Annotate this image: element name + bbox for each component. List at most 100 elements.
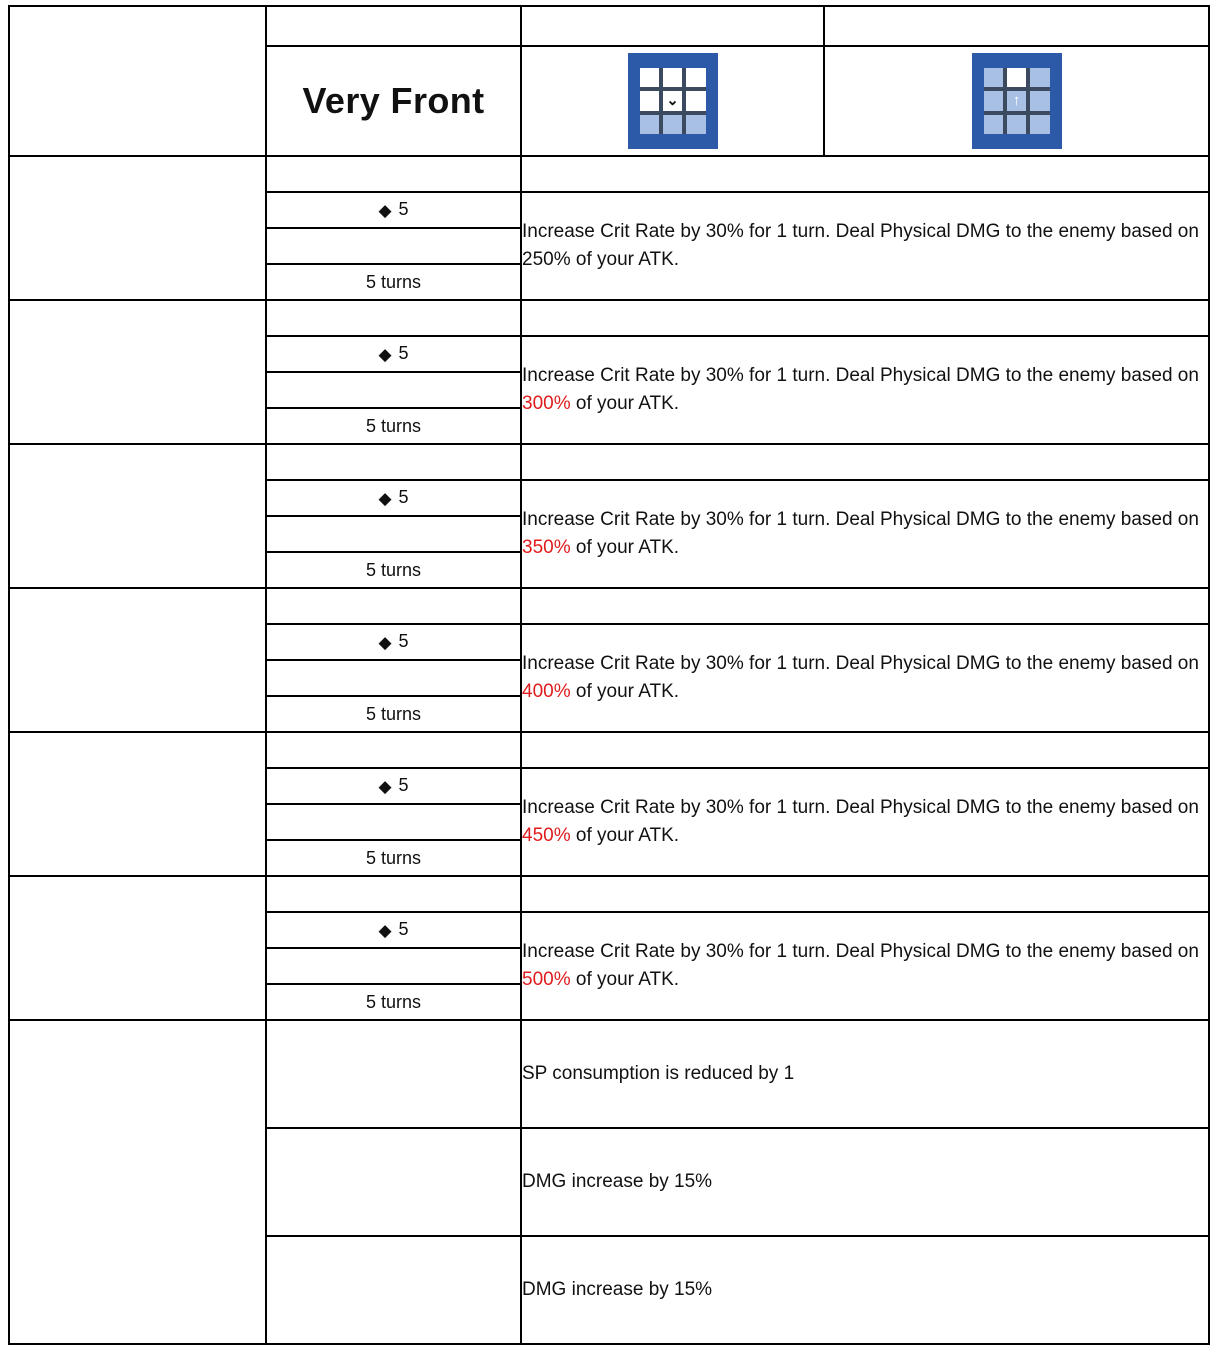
knockback-icon-cell: ↑ bbox=[823, 45, 1210, 157]
column-header-range: Range bbox=[520, 5, 825, 47]
sp-value-4: ◆ 5 bbox=[265, 767, 522, 805]
range-icon-cell: ⌄ bbox=[520, 45, 825, 157]
sp-value-3: ◆ 5 bbox=[265, 623, 522, 661]
upgrade-label-3: +3 Upgrade bbox=[8, 587, 267, 733]
range-grid-cell-6 bbox=[639, 114, 659, 134]
potential-level-2: 3 bbox=[265, 1235, 522, 1345]
cooldown-value-5: 5 turns bbox=[265, 983, 522, 1021]
upgrade-label-2: +2 Upgrade bbox=[8, 443, 267, 589]
sp-header-4: SP bbox=[265, 731, 522, 769]
range-grid-wrapper: ⌄ bbox=[522, 53, 823, 149]
sp-header-1: SP bbox=[265, 299, 522, 337]
upgrade-label-1: +1 Upgrade bbox=[8, 299, 267, 445]
upgrade-row: +5 Upgrade SP Skill Effect bbox=[8, 875, 1210, 1021]
sp-value-2: ◆ 5 bbox=[265, 479, 522, 517]
character-name-cell: Stray Cat Rou bbox=[8, 5, 267, 157]
potential-row: Skill Potential 1 SP consumption is reduce… bbox=[8, 1019, 1210, 1345]
range-grid: ⌄ bbox=[627, 53, 718, 149]
sp-diamond-icon: ◆ bbox=[378, 489, 394, 508]
range-grid-cell-7 bbox=[662, 114, 683, 134]
range-grid-chevron-down-icon: ⌄ bbox=[662, 91, 683, 111]
sp-diamond-icon: ◆ bbox=[378, 633, 394, 652]
skill-effect-text-1: Increase Crit Rate by 30% for 1 turn. De… bbox=[520, 335, 1210, 445]
knockback-grid-cell-8 bbox=[1030, 114, 1050, 134]
skill-effect-text-3: Increase Crit Rate by 30% for 1 turn. De… bbox=[520, 623, 1210, 733]
knockback-grid-wrapper: ↑ bbox=[825, 53, 1208, 149]
skill-effect-pct-1: 300% bbox=[522, 393, 571, 414]
skill-upgrade-table: Stray Cat Rou Target Range Knockback Very Fr… bbox=[8, 5, 1210, 1021]
sp-value-5: ◆ 5 bbox=[265, 911, 522, 949]
sp-value-1: ◆ 5 bbox=[265, 335, 522, 373]
potential-text-1: DMG increase by 15% bbox=[520, 1127, 1210, 1237]
skill-effect-pct-0: 250% bbox=[522, 249, 571, 270]
skill-potential-title: Skill Potential bbox=[8, 1019, 267, 1345]
cooldown-value-2: 5 turns bbox=[265, 551, 522, 589]
upgrade-row: +4 Upgrade SP Skill Effect bbox=[8, 731, 1210, 877]
skill-effect-header-4: Skill Effect bbox=[520, 731, 1210, 769]
skill-effect-header-1: Skill Effect bbox=[520, 299, 1210, 337]
upgrade-row: +2 Upgrade SP Skill Effect bbox=[8, 443, 1210, 589]
cooldown-value-0: 5 turns bbox=[265, 263, 522, 301]
cooldown-header-3: Cooldown bbox=[265, 659, 522, 697]
potential-level-0: 1 bbox=[265, 1019, 522, 1129]
skill-effect-pct-2: 350% bbox=[522, 537, 571, 558]
range-grid-cell-3 bbox=[639, 91, 659, 111]
upgrade-row: +0 Upgrade SP bbox=[8, 155, 1210, 301]
skill-effect-text-5: Increase Crit Rate by 30% for 1 turn. De… bbox=[520, 911, 1210, 1021]
skill-table-header-row: Stray Cat Rou Target Range Knockback bbox=[8, 5, 1210, 157]
skill-potential-title-text: Skill Potential bbox=[75, 1171, 200, 1192]
sp-header-2: SP bbox=[265, 443, 522, 481]
sp-diamond-icon: ◆ bbox=[378, 921, 394, 940]
character-name: Stray Cat Rou bbox=[10, 66, 180, 95]
range-grid-cell-2 bbox=[686, 68, 706, 88]
cooldown-value-3: 5 turns bbox=[265, 695, 522, 733]
upgrade-label-text: +2 Upgrade bbox=[85, 505, 190, 526]
knockback-grid-cell-2 bbox=[1030, 68, 1050, 88]
range-grid-cell-0 bbox=[639, 68, 659, 88]
knockback-grid: ↑ bbox=[971, 53, 1062, 149]
range-grid-cell-1 bbox=[662, 68, 683, 88]
knockback-grid-cell-3 bbox=[983, 91, 1003, 111]
potential-level-1: 2 bbox=[265, 1127, 522, 1237]
sp-header-3: SP bbox=[265, 587, 522, 625]
column-header-knockback: Knockback bbox=[823, 5, 1210, 47]
cooldown-value-4: 5 turns bbox=[265, 839, 522, 877]
cooldown-header-5: Cooldown bbox=[265, 947, 522, 985]
range-grid-cell-5 bbox=[686, 91, 706, 111]
skill-effect-text-2: Increase Crit Rate by 30% for 1 turn. De… bbox=[520, 479, 1210, 589]
sp-header-5: SP bbox=[265, 875, 522, 913]
sp-diamond-icon: ◆ bbox=[378, 777, 394, 796]
sp-diamond-icon: ◆ bbox=[378, 345, 394, 364]
upgrade-label-5: +5 Upgrade bbox=[8, 875, 267, 1021]
knockback-grid-cell-5 bbox=[1030, 91, 1050, 111]
column-header-target: Target bbox=[265, 5, 522, 47]
cooldown-header-0: Cooldown bbox=[265, 227, 522, 265]
upgrade-label-text: +4 Upgrade bbox=[85, 793, 190, 814]
knockback-grid-cell-6 bbox=[983, 114, 1003, 134]
upgrade-label-0: +0 Upgrade bbox=[8, 155, 267, 301]
skill-effect-pct-4: 450% bbox=[522, 825, 571, 846]
upgrade-label-text: +1 Upgrade bbox=[85, 361, 190, 382]
skill-effect-header-0 bbox=[520, 155, 1210, 193]
range-grid-cell-8 bbox=[686, 114, 706, 134]
potential-text-0: SP consumption is reduced by 1 bbox=[520, 1019, 1210, 1129]
upgrade-label-text: +3 Upgrade bbox=[85, 649, 190, 670]
upgrade-row: +1 Upgrade SP Skill Effect bbox=[8, 299, 1210, 445]
skill-effect-header-2: Skill Effect bbox=[520, 443, 1210, 481]
upgrade-row: +3 Upgrade SP Skill Effect bbox=[8, 587, 1210, 733]
knockback-grid-cell-1 bbox=[1006, 68, 1027, 88]
cooldown-value-1: 5 turns bbox=[265, 407, 522, 445]
knockback-grid-up-arrow-icon: ↑ bbox=[1006, 91, 1027, 111]
cooldown-header-4: Cooldown bbox=[265, 803, 522, 841]
potential-text-2: DMG increase by 15% bbox=[520, 1235, 1210, 1345]
skill-effect-pct-5: 500% bbox=[522, 969, 571, 990]
knockback-grid-grid: ↑ bbox=[983, 68, 1050, 134]
skill-effect-header-3: Skill Effect bbox=[520, 587, 1210, 625]
target-value-cell: Very Front bbox=[265, 45, 522, 157]
knockback-grid-cell-7 bbox=[1006, 114, 1027, 134]
cooldown-header-2: Cooldown bbox=[265, 515, 522, 553]
skill-potential-table: Skill Potential 1 SP consumption is reduce… bbox=[8, 1019, 1210, 1345]
sp-value-0: ◆ 5 bbox=[265, 191, 522, 229]
skill-effect-text-0: Increase Crit Rate by 30% for 1 turn. De… bbox=[520, 191, 1210, 301]
upgrade-label-4: +4 Upgrade bbox=[8, 731, 267, 877]
